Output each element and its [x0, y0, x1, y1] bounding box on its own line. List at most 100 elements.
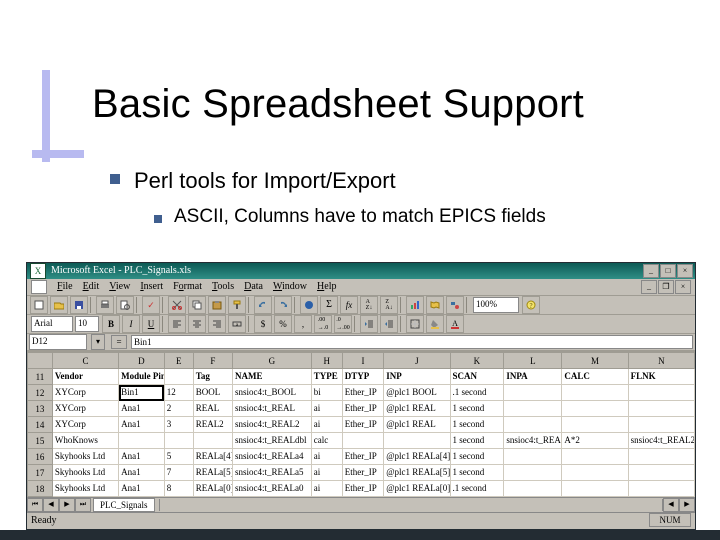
help-icon[interactable]: ? — [522, 296, 540, 314]
column-header-G[interactable]: G — [233, 353, 312, 369]
spellcheck-icon[interactable]: ✓ — [142, 296, 160, 314]
cell[interactable]: ai — [311, 465, 342, 481]
cell[interactable] — [504, 385, 562, 401]
copy-icon[interactable] — [188, 296, 206, 314]
autosum-icon[interactable]: Σ — [320, 296, 338, 314]
child-restore-button[interactable]: ❐ — [658, 280, 674, 294]
column-header-H[interactable]: H — [311, 353, 342, 369]
menu-view[interactable]: View — [109, 279, 130, 295]
header-cell[interactable]: CALC — [562, 369, 628, 385]
formula-equals-button[interactable]: = — [111, 335, 127, 349]
menu-data[interactable]: Data — [244, 279, 263, 295]
cell[interactable]: Ana1 — [119, 401, 165, 417]
row-header[interactable]: 15 — [28, 433, 53, 449]
header-cell[interactable]: FLNK — [628, 369, 694, 385]
select-all-corner[interactable] — [28, 353, 53, 369]
cell[interactable] — [504, 401, 562, 417]
child-close-button[interactable]: × — [675, 280, 691, 294]
row-header[interactable]: 13 — [28, 401, 53, 417]
cell[interactable]: BOOL — [193, 385, 232, 401]
cell[interactable]: snsioc4:t_REALa0 — [233, 481, 312, 497]
cell[interactable]: Ana1 — [119, 417, 165, 433]
name-box-dropdown-icon[interactable]: ▾ — [91, 334, 105, 350]
decrease-indent-icon[interactable] — [360, 315, 378, 333]
function-icon[interactable]: fx — [340, 296, 358, 314]
cell[interactable]: 3 — [164, 417, 193, 433]
menu-window[interactable]: Window — [273, 279, 307, 295]
italic-icon[interactable]: I — [122, 315, 140, 333]
cell[interactable]: 1 second — [450, 433, 504, 449]
cell[interactable]: Ether_IP — [342, 465, 383, 481]
header-cell[interactable]: INP — [384, 369, 450, 385]
cell[interactable]: ai — [311, 401, 342, 417]
cell[interactable]: A*2 — [562, 433, 628, 449]
row-header[interactable]: 18 — [28, 481, 53, 497]
cell[interactable] — [504, 481, 562, 497]
paste-icon[interactable] — [208, 296, 226, 314]
cell[interactable] — [562, 385, 628, 401]
column-header-N[interactable]: N — [628, 353, 694, 369]
redo-icon[interactable] — [274, 296, 292, 314]
font-size-combo[interactable]: 10 — [75, 316, 99, 332]
cell[interactable] — [384, 433, 450, 449]
drawing-icon[interactable] — [446, 296, 464, 314]
cell[interactable]: Bin1 — [119, 385, 165, 401]
column-header-K[interactable]: K — [450, 353, 504, 369]
decrease-decimal-icon[interactable]: .0→.00 — [334, 315, 352, 333]
cell[interactable] — [342, 433, 383, 449]
maximize-button[interactable]: □ — [660, 264, 676, 278]
cell[interactable]: @plc1 REALa[5] — [384, 465, 450, 481]
cell[interactable] — [562, 465, 628, 481]
cell[interactable]: snsioc4:t_REAL2 — [504, 433, 562, 449]
cell[interactable]: snsioc4:t_REALdbl — [233, 433, 312, 449]
menu-help[interactable]: Help — [317, 279, 336, 295]
name-box[interactable]: D12 — [29, 334, 87, 350]
cell[interactable]: 1 second — [450, 465, 504, 481]
menu-insert[interactable]: Insert — [140, 279, 163, 295]
sort-asc-icon[interactable]: AZ↓ — [360, 296, 378, 314]
header-cell[interactable]: SCAN — [450, 369, 504, 385]
cell[interactable]: Skyhooks Ltd — [52, 465, 118, 481]
cell[interactable]: @plc1 REALa[4] — [384, 449, 450, 465]
header-cell[interactable]: INPA — [504, 369, 562, 385]
cell[interactable]: ai — [311, 417, 342, 433]
merge-center-icon[interactable]: a — [228, 315, 246, 333]
cell[interactable]: snsioc4:t_REAL2 — [233, 417, 312, 433]
cell[interactable]: Ana1 — [119, 465, 165, 481]
map-icon[interactable] — [426, 296, 444, 314]
menu-format[interactable]: Format — [173, 279, 202, 295]
cell[interactable]: .1 second — [450, 481, 504, 497]
scroll-left-icon[interactable]: ◀ — [663, 498, 679, 512]
column-header-C[interactable]: C — [52, 353, 118, 369]
cell[interactable]: 12 — [164, 385, 193, 401]
cell[interactable]: @plc1 REAL — [384, 401, 450, 417]
cell[interactable] — [164, 433, 193, 449]
cell[interactable]: XYCorp — [52, 417, 118, 433]
sheet-tab[interactable]: PLC_Signals — [93, 498, 155, 512]
cell[interactable]: .1 second — [450, 385, 504, 401]
header-cell[interactable]: Vendor — [52, 369, 118, 385]
cell[interactable] — [504, 465, 562, 481]
cell[interactable]: 8 — [164, 481, 193, 497]
cell[interactable]: snsioc4:t_REAL — [233, 401, 312, 417]
save-icon[interactable] — [70, 296, 88, 314]
cell[interactable] — [628, 449, 694, 465]
column-header-E[interactable]: E — [164, 353, 193, 369]
header-cell[interactable]: NAME — [233, 369, 312, 385]
align-left-icon[interactable] — [168, 315, 186, 333]
cell[interactable] — [628, 481, 694, 497]
sort-desc-icon[interactable]: ZA↓ — [380, 296, 398, 314]
menu-tools[interactable]: Tools — [212, 279, 234, 295]
cell[interactable] — [504, 417, 562, 433]
window-titlebar[interactable]: X Microsoft Excel - PLC_Signals.xls _ □ … — [27, 263, 695, 279]
cell[interactable]: Ana1 — [119, 449, 165, 465]
cell[interactable]: 5 — [164, 449, 193, 465]
cell[interactable]: Skyhooks Ltd — [52, 449, 118, 465]
cell[interactable] — [562, 449, 628, 465]
cell[interactable] — [628, 417, 694, 433]
cell[interactable]: XYCorp — [52, 385, 118, 401]
header-cell[interactable]: TYPE — [311, 369, 342, 385]
cell[interactable]: Ether_IP — [342, 401, 383, 417]
cell[interactable]: Ana1 — [119, 481, 165, 497]
cell[interactable]: REAL2 — [193, 417, 232, 433]
